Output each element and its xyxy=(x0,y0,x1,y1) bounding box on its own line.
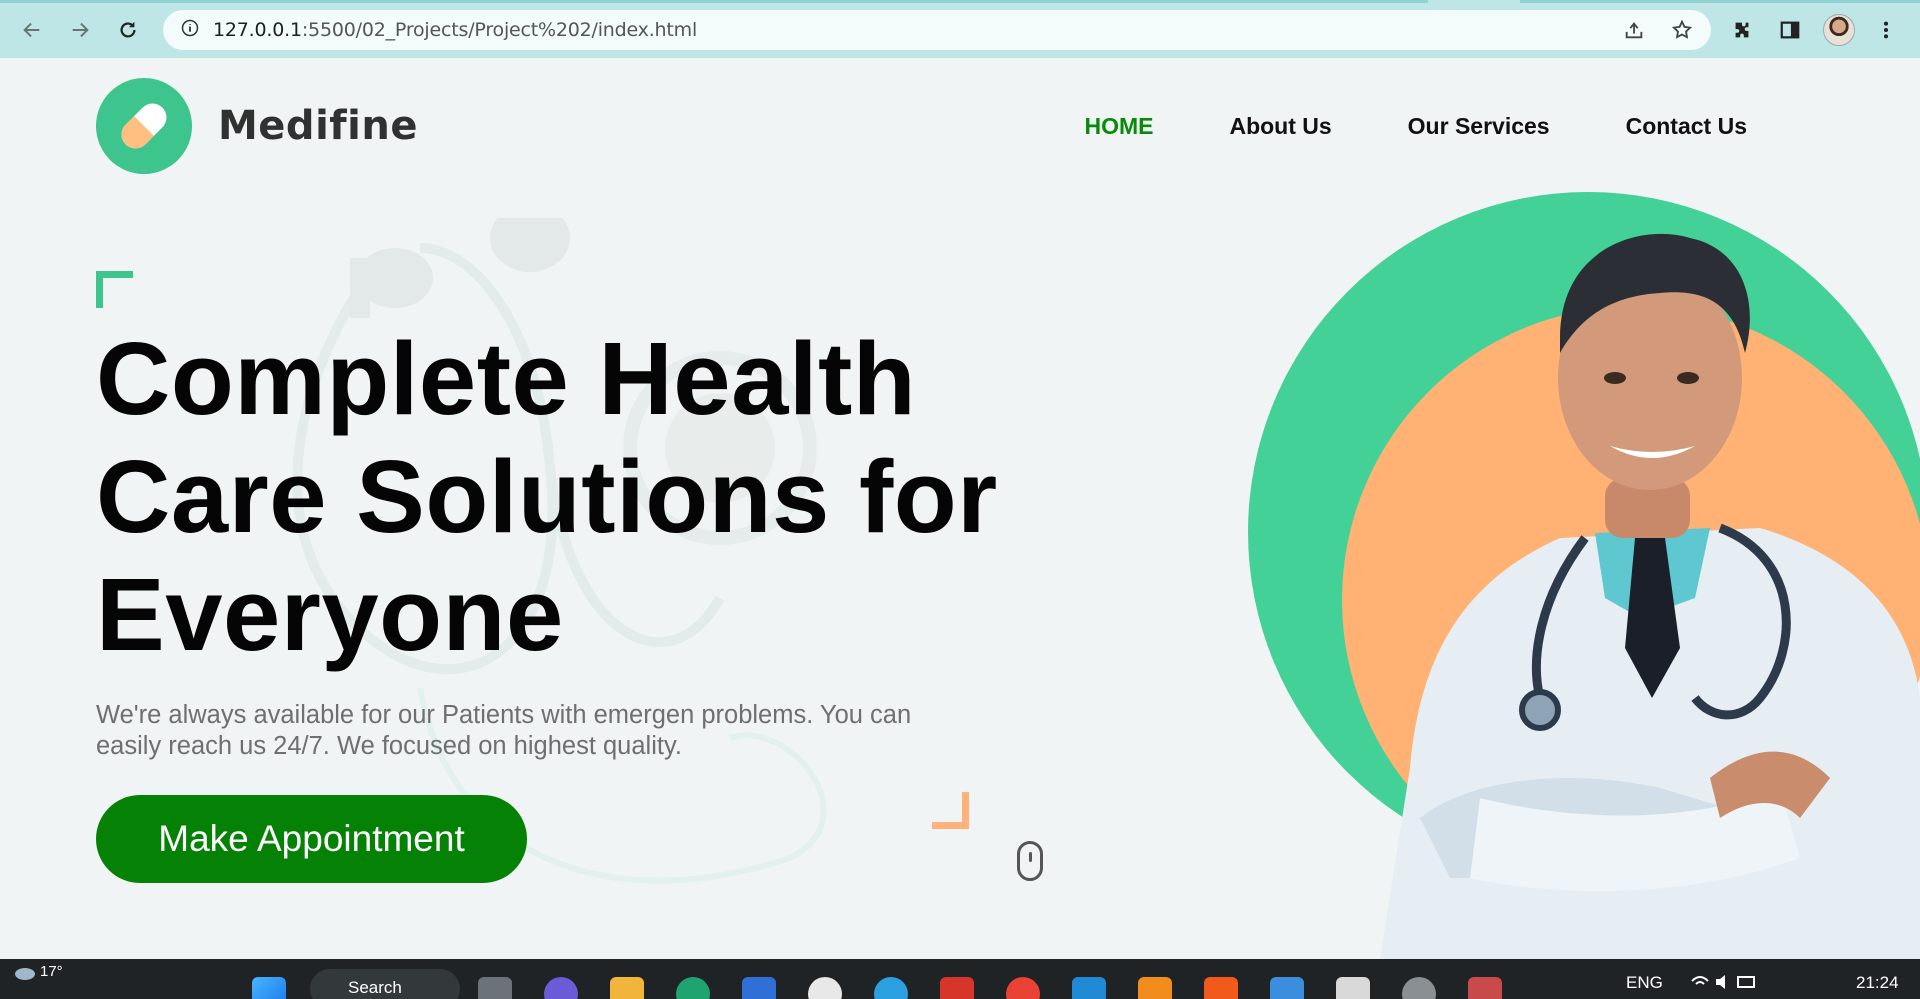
clock-time[interactable]: 21:24 xyxy=(1856,973,1899,993)
vlc-icon[interactable] xyxy=(1138,977,1172,999)
photos-icon[interactable] xyxy=(1270,977,1304,999)
task-view-icon[interactable] xyxy=(478,977,512,999)
file-explorer-icon[interactable] xyxy=(610,977,644,999)
wifi-volume-battery-icon[interactable] xyxy=(1690,973,1760,995)
site-info-icon[interactable] xyxy=(181,19,199,42)
edge-icon[interactable] xyxy=(676,977,710,999)
kebab-menu-icon[interactable] xyxy=(1870,14,1902,46)
telegram-icon[interactable] xyxy=(874,977,908,999)
hero-subtext: We're always available for our Patients … xyxy=(96,701,912,760)
extensions-puzzle-icon[interactable] xyxy=(1726,14,1758,46)
main-nav: HOME About Us Our Services Contact Us xyxy=(1084,113,1747,140)
address-bar[interactable]: 127.0.0.1:5500/02_Projects/Project%202/i… xyxy=(163,10,1711,50)
pill-logo-icon xyxy=(96,78,192,174)
brand-name: Medifine xyxy=(218,103,418,149)
snipping-tool-icon[interactable] xyxy=(1336,977,1370,999)
hero-headline: Complete Health Care Solutions for Every… xyxy=(96,321,998,672)
web-page: Medifine HOME About Us Our Services Cont… xyxy=(0,58,1920,959)
tab-strip-accent-gap xyxy=(1428,0,1520,3)
app-icon[interactable] xyxy=(808,977,842,999)
reload-icon[interactable] xyxy=(112,14,144,46)
chrome-icon[interactable] xyxy=(1006,977,1040,999)
gmail-icon[interactable] xyxy=(940,977,974,999)
nav-home[interactable]: HOME xyxy=(1084,113,1153,140)
bookmark-star-icon[interactable] xyxy=(1666,14,1698,46)
side-panel-icon[interactable] xyxy=(1774,14,1806,46)
profile-avatar[interactable] xyxy=(1823,14,1855,46)
settings-gear-icon[interactable] xyxy=(1402,977,1436,999)
weather-widget[interactable]: 17° xyxy=(14,963,63,980)
url-text: 127.0.0.1:5500/02_Projects/Project%202/i… xyxy=(213,19,698,41)
brand-logo[interactable]: Medifine xyxy=(96,78,418,174)
cloud-icon xyxy=(15,967,35,980)
windows-start-icon[interactable] xyxy=(252,977,286,999)
language-indicator[interactable]: ENG xyxy=(1626,973,1663,993)
doctor-hero-image xyxy=(1248,192,1920,959)
search-label: Search xyxy=(348,978,402,997)
nav-about-us[interactable]: About Us xyxy=(1229,113,1331,140)
share-icon[interactable] xyxy=(1618,14,1650,46)
corner-accent-orange xyxy=(932,792,969,829)
store-icon[interactable] xyxy=(742,977,776,999)
teams-icon[interactable] xyxy=(544,977,578,999)
nav-our-services[interactable]: Our Services xyxy=(1408,113,1550,140)
browser-toolbar: 127.0.0.1:5500/02_Projects/Project%202/i… xyxy=(0,0,1920,58)
taskbar-search[interactable]: Search xyxy=(310,969,460,999)
back-icon[interactable] xyxy=(16,14,48,46)
brave-icon[interactable] xyxy=(1204,977,1238,999)
git-icon[interactable] xyxy=(1468,977,1502,999)
temperature-text: 17° xyxy=(40,963,63,980)
corner-accent-green xyxy=(96,271,133,308)
windows-taskbar: 17° Search ENG 21:24 xyxy=(0,959,1920,999)
tab-strip-accent xyxy=(0,0,1920,3)
scroll-down-mouse-icon[interactable] xyxy=(1017,841,1043,881)
vscode-icon[interactable] xyxy=(1072,977,1106,999)
forward-icon[interactable] xyxy=(64,14,96,46)
make-appointment-button[interactable]: Make Appointment xyxy=(96,795,527,883)
nav-contact-us[interactable]: Contact Us xyxy=(1626,113,1747,140)
